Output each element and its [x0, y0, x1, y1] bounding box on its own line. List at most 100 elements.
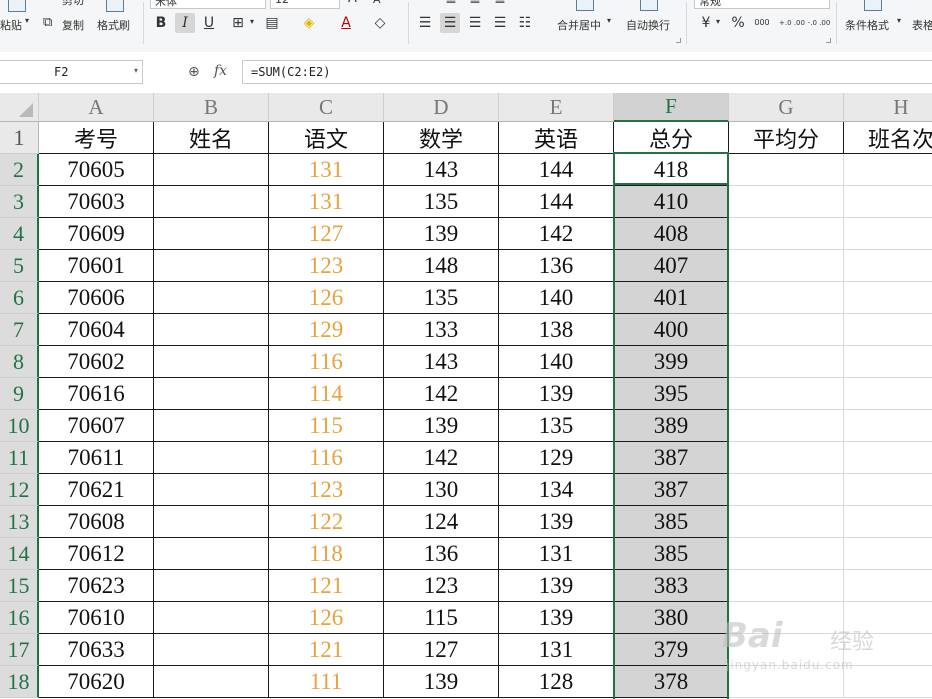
row-header-13[interactable]: 13: [0, 506, 39, 538]
cell-c1[interactable]: 语文: [269, 122, 384, 154]
align-left-icon[interactable]: ☰: [415, 13, 435, 33]
increase-decimal-icon[interactable]: +.0 .00: [779, 13, 805, 33]
cell-e16[interactable]: 139: [499, 602, 614, 634]
cell-g5[interactable]: [729, 250, 844, 282]
wrap-text-icon[interactable]: [640, 0, 658, 11]
cell-c2[interactable]: 131: [269, 154, 384, 186]
cell-c18[interactable]: 111: [269, 666, 384, 698]
cut-button[interactable]: 剪切: [62, 0, 84, 8]
cell-d17[interactable]: 127: [384, 634, 499, 666]
alignment-dialog-launcher[interactable]: [676, 38, 681, 43]
cell-b12[interactable]: [154, 474, 269, 506]
conditional-format-dropdown-icon[interactable]: ▾: [897, 16, 901, 25]
cell-f17[interactable]: 379: [614, 634, 729, 666]
cell-g7[interactable]: [729, 314, 844, 346]
cell-e8[interactable]: 140: [499, 346, 614, 378]
row-header-14[interactable]: 14: [0, 538, 39, 570]
cell-a15[interactable]: 70623: [39, 570, 154, 602]
cell-c13[interactable]: 122: [269, 506, 384, 538]
cell-d1[interactable]: 数学: [384, 122, 499, 154]
row-header-16[interactable]: 16: [0, 602, 39, 634]
cell-b4[interactable]: [154, 218, 269, 250]
cell-d3[interactable]: 135: [384, 186, 499, 218]
table-style-button[interactable]: 表格: [912, 17, 932, 33]
cell-g10[interactable]: [729, 410, 844, 442]
borders-icon[interactable]: ⊞: [228, 13, 248, 33]
font-color-icon[interactable]: A: [336, 13, 356, 33]
cell-h5[interactable]: [844, 250, 932, 282]
cell-g6[interactable]: [729, 282, 844, 314]
cell-a7[interactable]: 70604: [39, 314, 154, 346]
cell-d11[interactable]: 142: [384, 442, 499, 474]
cell-b9[interactable]: [154, 378, 269, 410]
cell-h8[interactable]: [844, 346, 932, 378]
merge-center-icon[interactable]: [576, 0, 594, 11]
cell-h6[interactable]: [844, 282, 932, 314]
cell-h3[interactable]: [844, 186, 932, 218]
cell-f14[interactable]: 385: [614, 538, 729, 570]
cell-b17[interactable]: [154, 634, 269, 666]
format-painter-button[interactable]: 格式刷: [97, 17, 130, 33]
cell-f2[interactable]: 418: [614, 154, 729, 186]
cell-e7[interactable]: 138: [499, 314, 614, 346]
cell-d5[interactable]: 148: [384, 250, 499, 282]
conditional-format-button[interactable]: 条件格式: [845, 17, 889, 33]
cell-g9[interactable]: [729, 378, 844, 410]
cell-e14[interactable]: 131: [499, 538, 614, 570]
cell-b13[interactable]: [154, 506, 269, 538]
cell-d9[interactable]: 142: [384, 378, 499, 410]
decrease-font-icon[interactable]: A: [373, 0, 381, 6]
conditional-format-icon[interactable]: [864, 0, 882, 11]
row-header-6[interactable]: 6: [0, 282, 39, 314]
bold-icon[interactable]: B: [151, 13, 171, 33]
row-header-7[interactable]: 7: [0, 314, 39, 346]
row-header-8[interactable]: 8: [0, 346, 39, 378]
cell-f16[interactable]: 380: [614, 602, 729, 634]
font-size-select[interactable]: 12: [270, 0, 340, 9]
cell-c10[interactable]: 115: [269, 410, 384, 442]
cell-a10[interactable]: 70607: [39, 410, 154, 442]
row-header-5[interactable]: 5: [0, 250, 39, 282]
cell-a14[interactable]: 70612: [39, 538, 154, 570]
cell-d6[interactable]: 135: [384, 282, 499, 314]
cell-b6[interactable]: [154, 282, 269, 314]
cell-g4[interactable]: [729, 218, 844, 250]
italic-icon[interactable]: I: [175, 13, 195, 33]
name-box[interactable]: F2 ▾: [0, 60, 143, 84]
cell-a5[interactable]: 70601: [39, 250, 154, 282]
cell-h2[interactable]: [844, 154, 932, 186]
borders-dropdown-icon[interactable]: ▾: [250, 17, 254, 26]
cell-e5[interactable]: 136: [499, 250, 614, 282]
cell-d13[interactable]: 124: [384, 506, 499, 538]
cell-h7[interactable]: [844, 314, 932, 346]
row-header-18[interactable]: 18: [0, 666, 39, 698]
cell-d12[interactable]: 130: [384, 474, 499, 506]
currency-icon[interactable]: ¥: [696, 13, 716, 33]
font-name-select[interactable]: 宋体: [150, 0, 266, 9]
cell-g11[interactable]: [729, 442, 844, 474]
cell-a18[interactable]: 70620: [39, 666, 154, 698]
column-header-d[interactable]: D: [384, 93, 499, 122]
cell-h4[interactable]: [844, 218, 932, 250]
cell-e11[interactable]: 129: [499, 442, 614, 474]
cell-f13[interactable]: 385: [614, 506, 729, 538]
cell-c4[interactable]: 127: [269, 218, 384, 250]
cell-e6[interactable]: 140: [499, 282, 614, 314]
cell-d8[interactable]: 143: [384, 346, 499, 378]
column-header-g[interactable]: G: [729, 93, 844, 122]
cell-a16[interactable]: 70610: [39, 602, 154, 634]
cell-f15[interactable]: 383: [614, 570, 729, 602]
cell-e13[interactable]: 139: [499, 506, 614, 538]
copy-button[interactable]: 复制: [62, 17, 84, 33]
cell-b3[interactable]: [154, 186, 269, 218]
cell-e2[interactable]: 144: [499, 154, 614, 186]
fill-color-icon[interactable]: ◈: [299, 13, 319, 33]
cell-f4[interactable]: 408: [614, 218, 729, 250]
cell-f9[interactable]: 395: [614, 378, 729, 410]
row-header-17[interactable]: 17: [0, 634, 39, 666]
cell-e4[interactable]: 142: [499, 218, 614, 250]
cell-b10[interactable]: [154, 410, 269, 442]
cell-b7[interactable]: [154, 314, 269, 346]
cell-f18[interactable]: 378: [614, 666, 729, 698]
clear-format-icon[interactable]: ◇: [370, 13, 390, 33]
